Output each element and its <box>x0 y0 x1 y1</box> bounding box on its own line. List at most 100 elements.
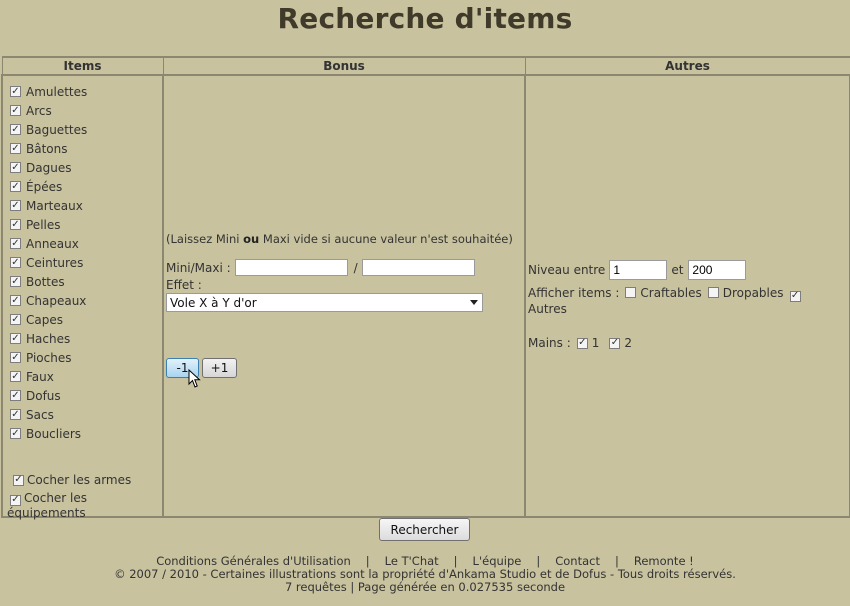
item-type-checkbox[interactable]: ✓ <box>10 219 21 230</box>
autres-column-header: Autres <box>524 56 850 76</box>
craftables-label: Craftables <box>640 286 702 300</box>
footer-link-remonte[interactable]: Remonte ! <box>634 554 694 568</box>
niveau-label: Niveau entre <box>528 263 606 277</box>
item-type-label: Bottes <box>26 274 65 289</box>
bonus-column-header: Bonus <box>162 56 526 76</box>
item-type-label: Arcs <box>26 103 52 118</box>
item-type-checkbox[interactable]: ✓ <box>10 428 21 439</box>
search-form-table: Items Bonus Autres ✓ Amulettes ✓ Arcs ✓ Bague… <box>1 56 850 520</box>
check-equipements-row: ✓ Cocher les <box>10 491 131 506</box>
mains-label: Mains : <box>528 336 571 350</box>
maxi-input[interactable] <box>361 259 475 276</box>
check-armes-label: Cocher les armes <box>27 473 132 487</box>
niveau-et-label: et <box>671 263 684 277</box>
item-type-row: ✓ Chapeaux <box>10 291 87 310</box>
item-type-row: ✓ Haches <box>10 329 87 348</box>
chevron-down-icon <box>470 300 478 305</box>
bonus-note: (Laissez Mini ou Maxi vide si aucune val… <box>166 232 513 246</box>
mains-1-label: 1 <box>591 336 600 350</box>
niveau-min-input[interactable] <box>609 260 668 280</box>
dropables-label: Dropables <box>722 286 784 300</box>
autres-label: Autres <box>528 301 567 316</box>
item-type-row: ✓ Pelles <box>10 215 87 234</box>
item-type-checkbox[interactable]: ✓ <box>10 295 21 306</box>
footer-link-contact[interactable]: Contact <box>555 554 600 568</box>
item-type-checkbox[interactable]: ✓ <box>10 409 21 420</box>
mouse-cursor-icon <box>188 369 201 388</box>
check-equipements-checkbox[interactable]: ✓ <box>10 494 21 506</box>
search-button[interactable]: Rechercher <box>379 518 470 541</box>
mini-input[interactable] <box>234 259 348 276</box>
footer-separator: | <box>365 554 370 568</box>
mains-1-checkbox[interactable]: ✓ <box>576 337 588 349</box>
item-type-label: Capes <box>26 312 63 327</box>
footer-separator: | <box>536 554 541 568</box>
item-type-label: Pelles <box>26 217 61 232</box>
item-type-label: Haches <box>26 331 71 346</box>
afficher-label: Afficher items : <box>528 286 620 300</box>
item-type-checkbox[interactable]: ✓ <box>10 352 21 363</box>
item-type-checkbox[interactable]: ✓ <box>10 200 21 211</box>
item-type-label: Faux <box>26 369 54 384</box>
check-equipements-label-1: Cocher les <box>24 491 88 505</box>
item-type-checkbox[interactable]: ✓ <box>10 124 21 135</box>
item-type-label: Dofus <box>26 388 61 403</box>
item-type-row: ✓ Dofus <box>10 386 87 405</box>
item-type-checkbox[interactable]: ✓ <box>10 181 21 192</box>
bonus-note-text-2: Maxi vide si aucune valeur n'est souhait… <box>259 232 513 246</box>
check-armes-checkbox[interactable]: ✓ <box>13 474 24 486</box>
autres-checkbox[interactable]: ✓ <box>789 290 801 302</box>
item-type-row: ✓ Faux <box>10 367 87 386</box>
item-type-row: ✓ Capes <box>10 310 87 329</box>
item-type-label: Amulettes <box>26 84 88 99</box>
items-column-header: Items <box>1 56 164 76</box>
item-type-checkbox[interactable]: ✓ <box>10 86 21 97</box>
effet-select[interactable]: Vole X à Y d'or <box>166 293 483 312</box>
niveau-max-input[interactable] <box>688 260 747 280</box>
dropables-checkbox[interactable] <box>707 287 719 298</box>
item-type-checkbox[interactable]: ✓ <box>10 105 21 116</box>
item-type-label: Sacs <box>26 407 54 422</box>
item-type-checkbox[interactable]: ✓ <box>10 371 21 382</box>
item-type-label: Marteaux <box>26 198 83 213</box>
items-panel: ✓ Amulettes ✓ Arcs ✓ Baguettes ✓ Bâtons ✓ Dagues ✓… <box>1 74 164 520</box>
footer-link-tchat[interactable]: Le T'Chat <box>385 554 439 568</box>
check-armes-row: ✓ Cocher les armes <box>10 471 131 489</box>
item-type-checkbox[interactable]: ✓ <box>10 143 21 154</box>
mains-row: Mains : ✓ 1 ✓ 2 <box>528 336 632 350</box>
item-type-checkbox[interactable]: ✓ <box>10 314 21 325</box>
item-type-label: Bâtons <box>26 141 68 156</box>
item-type-row: ✓ Épées <box>10 177 87 196</box>
footer-separator: | <box>614 554 619 568</box>
item-type-checkbox[interactable]: ✓ <box>10 238 21 249</box>
item-type-row: ✓ Baguettes <box>10 120 87 139</box>
item-type-label: Anneaux <box>26 236 79 251</box>
item-type-label: Épées <box>26 179 63 194</box>
footer-link-cgu[interactable]: Conditions Générales d'Utilisation <box>156 554 351 568</box>
craftables-checkbox[interactable] <box>625 287 637 298</box>
item-type-checkbox[interactable]: ✓ <box>10 276 21 287</box>
item-type-checkbox[interactable]: ✓ <box>10 257 21 268</box>
effet-selected-value: Vole X à Y d'or <box>170 295 257 310</box>
footer-link-equipe[interactable]: L'équipe <box>473 554 522 568</box>
item-type-checkbox[interactable]: ✓ <box>10 162 21 173</box>
add-bonus-button[interactable]: +1 <box>202 358 237 378</box>
item-type-label: Chapeaux <box>26 293 87 308</box>
autres-panel: Niveau entre et Afficher items : Craftabl… <box>524 74 850 518</box>
item-type-list: ✓ Amulettes ✓ Arcs ✓ Baguettes ✓ Bâtons ✓ Dagues ✓… <box>10 82 87 443</box>
item-type-label: Baguettes <box>26 122 88 137</box>
mains-2-checkbox[interactable]: ✓ <box>609 337 621 349</box>
item-type-checkbox[interactable]: ✓ <box>10 390 21 401</box>
item-type-row: ✓ Amulettes <box>10 82 87 101</box>
item-type-row: ✓ Dagues <box>10 158 87 177</box>
item-type-checkbox[interactable]: ✓ <box>10 333 21 344</box>
effet-label: Effet : <box>166 278 202 292</box>
bonus-panel: (Laissez Mini ou Maxi vide si aucune val… <box>162 74 526 518</box>
minimaxi-label: Mini/Maxi : <box>166 260 231 275</box>
item-type-label: Pioches <box>26 350 72 365</box>
page-title: Recherche d'items <box>277 2 573 35</box>
item-type-row: ✓ Bâtons <box>10 139 87 158</box>
footer-stats: 7 requêtes | Page générée en 0.027535 se… <box>284 580 566 594</box>
item-type-row: ✓ Bottes <box>10 272 87 291</box>
minimaxi-row: Mini/Maxi : / <box>166 259 475 276</box>
